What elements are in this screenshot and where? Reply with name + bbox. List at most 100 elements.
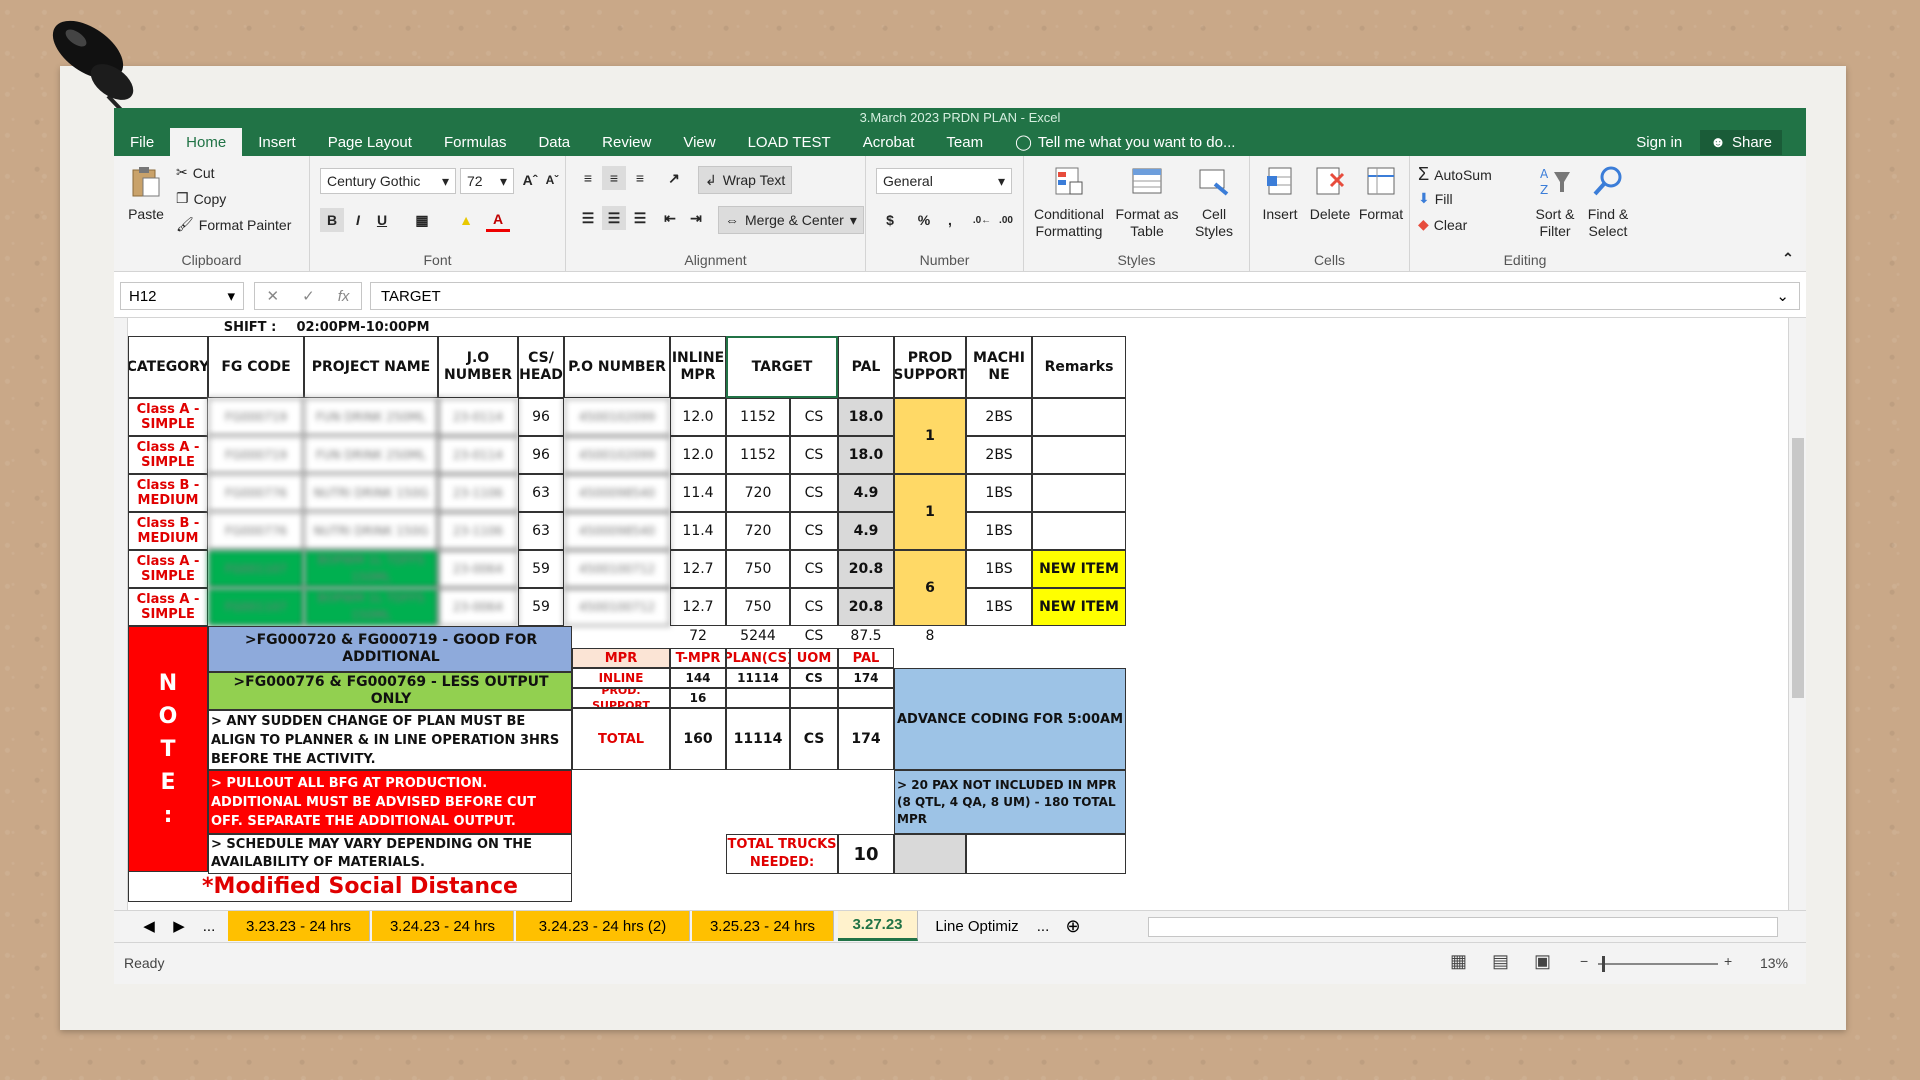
- align-bottom-icon[interactable]: ≡: [628, 166, 652, 190]
- header-fg-code[interactable]: FG CODE: [208, 336, 304, 398]
- header-prod-support[interactable]: PROD SUPPORT: [894, 336, 966, 398]
- target-cell[interactable]: 750: [726, 588, 790, 626]
- number-format-select[interactable]: General ▾: [876, 168, 1012, 194]
- machine-cell[interactable]: 2BS: [966, 436, 1032, 474]
- category-cell[interactable]: Class A - SIMPLE: [128, 436, 208, 474]
- cut-button[interactable]: ✂ Cut: [176, 164, 215, 181]
- percent-icon[interactable]: %: [912, 208, 936, 232]
- note-schedule[interactable]: > SCHEDULE MAY VARY DEPENDING ON THE AVA…: [208, 834, 572, 874]
- header-jo-number[interactable]: J.O NUMBER: [438, 336, 518, 398]
- jo-number-cell[interactable]: 23-0064: [438, 588, 518, 626]
- sheet-tab-3-27-23[interactable]: 3.27.23: [838, 911, 918, 941]
- project-name-cell[interactable]: FUN DRINK 250ML: [304, 398, 438, 436]
- scroll-right-icon[interactable]: ▶: [164, 911, 194, 941]
- font-name-select[interactable]: Century Gothic ▾: [320, 168, 456, 194]
- tab-page-layout[interactable]: Page Layout: [312, 128, 428, 156]
- prod-support-cell[interactable]: 1: [894, 474, 966, 550]
- comma-icon[interactable]: ,: [938, 208, 962, 232]
- tab-acrobat[interactable]: Acrobat: [847, 128, 931, 156]
- font-size-select[interactable]: 72 ▾: [460, 168, 514, 194]
- target-cell[interactable]: 750: [726, 550, 790, 588]
- fill-color-icon[interactable]: ▲: [454, 208, 478, 232]
- machine-cell[interactable]: 1BS: [966, 512, 1032, 550]
- sort-filter-button[interactable]: AZ Sort & Filter: [1530, 164, 1580, 240]
- po-number-cell[interactable]: 4500100712: [564, 588, 670, 626]
- pax-note[interactable]: > 20 PAX NOT INCLUDED IN MPR (8 QTL, 4 Q…: [894, 770, 1126, 834]
- more-sheets-right[interactable]: ...: [1032, 911, 1054, 941]
- summary-inline-pal[interactable]: 174: [838, 668, 894, 688]
- zoom-in-icon[interactable]: +: [1724, 953, 1732, 969]
- inline-mpr-cell[interactable]: 12.7: [670, 588, 726, 626]
- cancel-icon[interactable]: ✕: [267, 287, 280, 305]
- uom-cell[interactable]: CS: [790, 550, 838, 588]
- pal-cell[interactable]: 20.8: [838, 588, 894, 626]
- summary-support-label[interactable]: PROD. SUPPORT: [572, 688, 670, 708]
- total-uom[interactable]: CS: [790, 626, 838, 646]
- font-color-icon[interactable]: A: [486, 208, 510, 232]
- jo-number-cell[interactable]: 23-1106: [438, 512, 518, 550]
- machine-cell[interactable]: 2BS: [966, 398, 1032, 436]
- worksheet-grid[interactable]: SHIFT : 02:00PM-10:00PM CATEGORY FG CODE…: [114, 318, 1806, 910]
- orientation-icon[interactable]: ↗: [662, 166, 686, 190]
- advance-coding-note[interactable]: ADVANCE CODING FOR 5:00AM: [894, 668, 1126, 770]
- summary-total-tmpr[interactable]: 160: [670, 708, 726, 770]
- tab-team[interactable]: Team: [930, 128, 999, 156]
- tab-file[interactable]: File: [114, 128, 170, 156]
- horizontal-scrollbar[interactable]: [1148, 917, 1778, 937]
- cell-styles-button[interactable]: Cell Styles: [1184, 164, 1244, 240]
- cs-head-cell[interactable]: 59: [518, 588, 564, 626]
- jo-number-cell[interactable]: 23-0064: [438, 550, 518, 588]
- decrease-decimal-icon[interactable]: .00: [994, 208, 1018, 232]
- target-cell[interactable]: 720: [726, 512, 790, 550]
- summary-header-mpr[interactable]: MPR: [572, 648, 670, 668]
- scroll-thumb[interactable]: [1792, 438, 1804, 698]
- tab-load-test[interactable]: LOAD TEST: [732, 128, 847, 156]
- project-name-cell[interactable]: BOPWM 1L TDFFS 150ML: [304, 588, 438, 626]
- normal-view-icon[interactable]: ▦: [1450, 951, 1467, 972]
- insert-function-icon[interactable]: fx: [338, 288, 350, 305]
- remarks-cell[interactable]: [1032, 436, 1126, 474]
- category-cell[interactable]: Class B - MEDIUM: [128, 474, 208, 512]
- merge-center-button[interactable]: ⇔ Merge & Center ▾: [718, 206, 864, 234]
- pal-cell[interactable]: 4.9: [838, 474, 894, 512]
- uom-cell[interactable]: CS: [790, 588, 838, 626]
- pal-cell[interactable]: 20.8: [838, 550, 894, 588]
- uom-cell[interactable]: CS: [790, 436, 838, 474]
- find-select-button[interactable]: Find & Select: [1582, 164, 1634, 240]
- tab-home[interactable]: Home: [170, 128, 243, 156]
- trucks-blank-cell[interactable]: [894, 834, 966, 874]
- total-pal[interactable]: 87.5: [838, 626, 894, 646]
- cs-head-cell[interactable]: 63: [518, 474, 564, 512]
- machine-cell[interactable]: 1BS: [966, 550, 1032, 588]
- header-pal[interactable]: PAL: [838, 336, 894, 398]
- align-left-icon[interactable]: ☰: [576, 206, 600, 230]
- remarks-cell[interactable]: [1032, 398, 1126, 436]
- target-cell[interactable]: 1152: [726, 398, 790, 436]
- currency-icon[interactable]: $: [878, 208, 902, 232]
- category-cell[interactable]: Class A - SIMPLE: [128, 588, 208, 626]
- uom-cell[interactable]: CS: [790, 512, 838, 550]
- zoom-level[interactable]: 13%: [1760, 955, 1788, 971]
- page-layout-view-icon[interactable]: ▤: [1492, 951, 1509, 972]
- note-pullout[interactable]: > PULLOUT ALL BFG AT PRODUCTION. ADDITIO…: [208, 770, 572, 834]
- fg-code-cell[interactable]: FG000719: [208, 436, 304, 474]
- scroll-left-icon[interactable]: ◀: [134, 911, 164, 941]
- format-cells-button[interactable]: Format: [1356, 164, 1406, 223]
- jo-number-cell[interactable]: 23-0114: [438, 436, 518, 474]
- project-name-cell[interactable]: NUTRI DRINK 150G: [304, 474, 438, 512]
- format-painter-button[interactable]: 🖌 Format Painter: [176, 216, 291, 233]
- tab-review[interactable]: Review: [586, 128, 667, 156]
- align-right-icon[interactable]: ☰: [628, 206, 652, 230]
- header-category[interactable]: CATEGORY: [128, 336, 208, 398]
- fg-code-cell[interactable]: FG001107: [208, 588, 304, 626]
- summary-inline-label[interactable]: INLINE: [572, 668, 670, 688]
- delete-cells-button[interactable]: Delete: [1306, 164, 1354, 223]
- paste-button[interactable]: Paste: [124, 164, 168, 223]
- tell-me-box[interactable]: ◯ Tell me what you want to do...: [999, 128, 1235, 156]
- project-name-cell[interactable]: NUTRI DRINK 150G: [304, 512, 438, 550]
- jo-number-cell[interactable]: 23-1106: [438, 474, 518, 512]
- tab-insert[interactable]: Insert: [242, 128, 312, 156]
- po-number-cell[interactable]: 4500102099: [564, 398, 670, 436]
- formula-input[interactable]: TARGET ⌄: [370, 282, 1800, 310]
- inline-mpr-cell[interactable]: 11.4: [670, 512, 726, 550]
